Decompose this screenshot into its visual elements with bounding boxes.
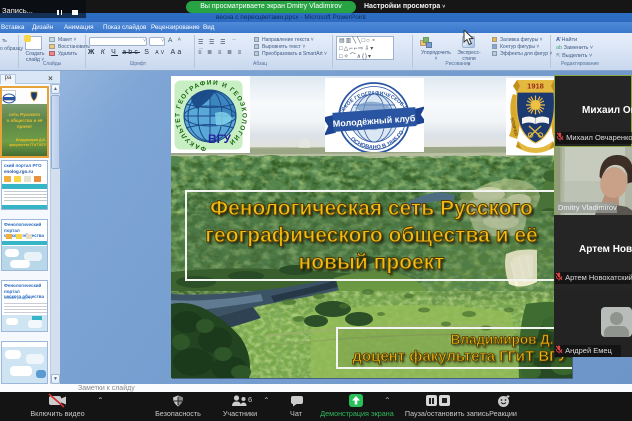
svg-text:ВГУ: ВГУ (208, 132, 231, 146)
svg-text:1918: 1918 (527, 82, 544, 91)
